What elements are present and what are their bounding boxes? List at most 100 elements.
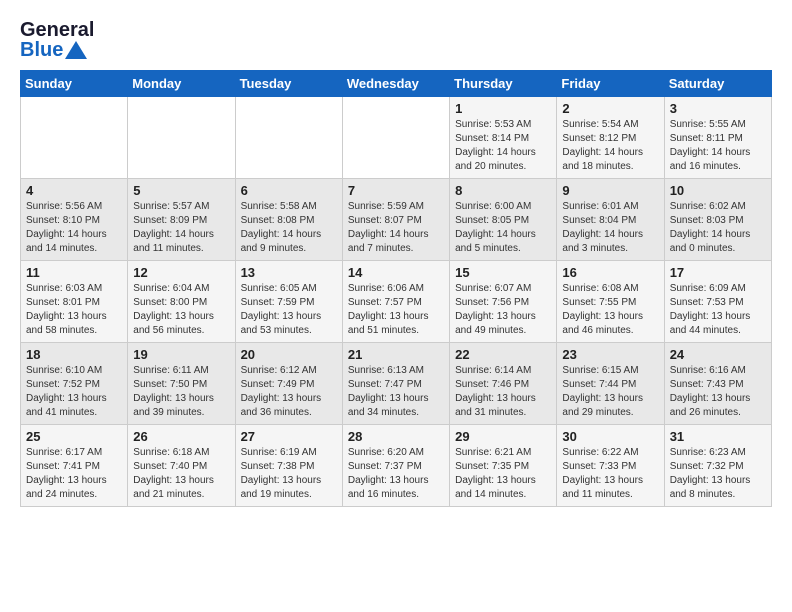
weekday-header: Friday xyxy=(557,71,664,97)
calendar-cell: 22 Sunrise: 6:14 AM Sunset: 7:46 PM Dayli… xyxy=(450,343,557,425)
day-info: Sunrise: 5:56 AM Sunset: 8:10 PM Dayligh… xyxy=(26,200,122,256)
day-number: 24 xyxy=(670,347,766,362)
calendar-cell: 27 Sunrise: 6:19 AM Sunset: 7:38 PM Dayli… xyxy=(235,425,342,507)
day-number: 27 xyxy=(241,429,337,444)
day-number: 23 xyxy=(562,347,658,362)
day-info: Sunrise: 5:59 AM Sunset: 8:07 PM Dayligh… xyxy=(348,200,444,256)
day-number: 28 xyxy=(348,429,444,444)
calendar-cell: 16Sunrise: 6:08 AM Sunset: 7:55 PM Dayli… xyxy=(557,261,664,343)
logo-icon: General Blue xyxy=(20,20,94,60)
day-info: Sunrise: 6:01 AM Sunset: 8:04 PM Dayligh… xyxy=(562,200,658,256)
calendar-cell: 24 Sunrise: 6:16 AM Sunset: 7:43 PM Dayli… xyxy=(664,343,771,425)
calendar-week-row: 1Sunrise: 5:53 AM Sunset: 8:14 PM Daylig… xyxy=(21,97,772,179)
calendar-cell: 8 Sunrise: 6:00 AM Sunset: 8:05 PM Daylig… xyxy=(450,179,557,261)
day-number: 22 xyxy=(455,347,551,362)
calendar-cell: 3Sunrise: 5:55 AM Sunset: 8:11 PM Daylig… xyxy=(664,97,771,179)
day-info: Sunrise: 6:15 AM Sunset: 7:44 PM Dayligh… xyxy=(562,364,658,420)
logo-blue: Blue xyxy=(20,40,63,60)
calendar-cell: 10 Sunrise: 6:02 AM Sunset: 8:03 PM Dayli… xyxy=(664,179,771,261)
day-info: Sunrise: 6:07 AM Sunset: 7:56 PM Dayligh… xyxy=(455,282,551,338)
calendar-cell: 7 Sunrise: 5:59 AM Sunset: 8:07 PM Daylig… xyxy=(342,179,449,261)
day-number: 12 xyxy=(133,265,229,280)
calendar-cell: 17 Sunrise: 6:09 AM Sunset: 7:53 PM Dayli… xyxy=(664,261,771,343)
day-info: Sunrise: 6:14 AM Sunset: 7:46 PM Dayligh… xyxy=(455,364,551,420)
day-info: Sunrise: 6:18 AM Sunset: 7:40 PM Dayligh… xyxy=(133,446,229,502)
day-info: Sunrise: 6:00 AM Sunset: 8:05 PM Dayligh… xyxy=(455,200,551,256)
weekday-header: Saturday xyxy=(664,71,771,97)
day-number: 3 xyxy=(670,101,766,116)
weekday-header: Wednesday xyxy=(342,71,449,97)
calendar-cell xyxy=(128,97,235,179)
calendar-cell: 21 Sunrise: 6:13 AM Sunset: 7:47 PM Dayli… xyxy=(342,343,449,425)
day-number: 29 xyxy=(455,429,551,444)
calendar-cell xyxy=(21,97,128,179)
day-number: 19 xyxy=(133,347,229,362)
calendar-week-row: 11 Sunrise: 6:03 AM Sunset: 8:01 PM Dayli… xyxy=(21,261,772,343)
day-number: 10 xyxy=(670,183,766,198)
day-info: Sunrise: 6:23 AM Sunset: 7:32 PM Dayligh… xyxy=(670,446,766,502)
calendar-table: SundayMondayTuesdayWednesdayThursdayFrid… xyxy=(20,70,772,507)
calendar-cell: 30Sunrise: 6:22 AM Sunset: 7:33 PM Dayli… xyxy=(557,425,664,507)
calendar-cell xyxy=(342,97,449,179)
day-info: Sunrise: 6:17 AM Sunset: 7:41 PM Dayligh… xyxy=(26,446,122,502)
calendar-cell: 13Sunrise: 6:05 AM Sunset: 7:59 PM Dayli… xyxy=(235,261,342,343)
day-number: 5 xyxy=(133,183,229,198)
day-number: 14 xyxy=(348,265,444,280)
weekday-header: Tuesday xyxy=(235,71,342,97)
calendar-cell: 28 Sunrise: 6:20 AM Sunset: 7:37 PM Dayli… xyxy=(342,425,449,507)
day-info: Sunrise: 6:06 AM Sunset: 7:57 PM Dayligh… xyxy=(348,282,444,338)
weekday-header: Sunday xyxy=(21,71,128,97)
day-number: 11 xyxy=(26,265,122,280)
day-number: 7 xyxy=(348,183,444,198)
day-info: Sunrise: 6:11 AM Sunset: 7:50 PM Dayligh… xyxy=(133,364,229,420)
calendar-cell xyxy=(235,97,342,179)
day-number: 2 xyxy=(562,101,658,116)
day-number: 15 xyxy=(455,265,551,280)
calendar-cell: 20 Sunrise: 6:12 AM Sunset: 7:49 PM Dayli… xyxy=(235,343,342,425)
day-info: Sunrise: 6:16 AM Sunset: 7:43 PM Dayligh… xyxy=(670,364,766,420)
calendar-cell: 12Sunrise: 6:04 AM Sunset: 8:00 PM Dayli… xyxy=(128,261,235,343)
calendar-cell: 25 Sunrise: 6:17 AM Sunset: 7:41 PM Dayli… xyxy=(21,425,128,507)
calendar-cell: 2Sunrise: 5:54 AM Sunset: 8:12 PM Daylig… xyxy=(557,97,664,179)
page-header: General Blue xyxy=(20,20,772,60)
day-number: 25 xyxy=(26,429,122,444)
calendar-cell: 11 Sunrise: 6:03 AM Sunset: 8:01 PM Dayli… xyxy=(21,261,128,343)
day-info: Sunrise: 6:02 AM Sunset: 8:03 PM Dayligh… xyxy=(670,200,766,256)
day-number: 26 xyxy=(133,429,229,444)
day-number: 9 xyxy=(562,183,658,198)
calendar-week-row: 4 Sunrise: 5:56 AM Sunset: 8:10 PM Daylig… xyxy=(21,179,772,261)
calendar-cell: 1Sunrise: 5:53 AM Sunset: 8:14 PM Daylig… xyxy=(450,97,557,179)
day-number: 18 xyxy=(26,347,122,362)
day-info: Sunrise: 6:09 AM Sunset: 7:53 PM Dayligh… xyxy=(670,282,766,338)
day-info: Sunrise: 6:20 AM Sunset: 7:37 PM Dayligh… xyxy=(348,446,444,502)
calendar-cell: 31Sunrise: 6:23 AM Sunset: 7:32 PM Dayli… xyxy=(664,425,771,507)
day-info: Sunrise: 5:57 AM Sunset: 8:09 PM Dayligh… xyxy=(133,200,229,256)
day-number: 8 xyxy=(455,183,551,198)
day-info: Sunrise: 6:12 AM Sunset: 7:49 PM Dayligh… xyxy=(241,364,337,420)
logo-triangle-icon xyxy=(65,41,87,59)
logo-general: General xyxy=(20,20,94,40)
calendar-week-row: 18 Sunrise: 6:10 AM Sunset: 7:52 PM Dayli… xyxy=(21,343,772,425)
calendar-cell: 23 Sunrise: 6:15 AM Sunset: 7:44 PM Dayli… xyxy=(557,343,664,425)
calendar-header-row: SundayMondayTuesdayWednesdayThursdayFrid… xyxy=(21,71,772,97)
day-info: Sunrise: 6:10 AM Sunset: 7:52 PM Dayligh… xyxy=(26,364,122,420)
day-info: Sunrise: 6:13 AM Sunset: 7:47 PM Dayligh… xyxy=(348,364,444,420)
day-number: 1 xyxy=(455,101,551,116)
weekday-header: Monday xyxy=(128,71,235,97)
calendar-cell: 14 Sunrise: 6:06 AM Sunset: 7:57 PM Dayli… xyxy=(342,261,449,343)
day-number: 21 xyxy=(348,347,444,362)
calendar-cell: 19 Sunrise: 6:11 AM Sunset: 7:50 PM Dayli… xyxy=(128,343,235,425)
calendar-cell: 26 Sunrise: 6:18 AM Sunset: 7:40 PM Dayli… xyxy=(128,425,235,507)
calendar-cell: 6Sunrise: 5:58 AM Sunset: 8:08 PM Daylig… xyxy=(235,179,342,261)
calendar-cell: 5 Sunrise: 5:57 AM Sunset: 8:09 PM Daylig… xyxy=(128,179,235,261)
day-number: 17 xyxy=(670,265,766,280)
logo: General Blue xyxy=(20,20,94,60)
day-info: Sunrise: 6:19 AM Sunset: 7:38 PM Dayligh… xyxy=(241,446,337,502)
day-number: 20 xyxy=(241,347,337,362)
day-number: 6 xyxy=(241,183,337,198)
day-number: 4 xyxy=(26,183,122,198)
day-number: 16 xyxy=(562,265,658,280)
calendar-cell: 15 Sunrise: 6:07 AM Sunset: 7:56 PM Dayli… xyxy=(450,261,557,343)
calendar-week-row: 25 Sunrise: 6:17 AM Sunset: 7:41 PM Dayli… xyxy=(21,425,772,507)
day-info: Sunrise: 6:03 AM Sunset: 8:01 PM Dayligh… xyxy=(26,282,122,338)
